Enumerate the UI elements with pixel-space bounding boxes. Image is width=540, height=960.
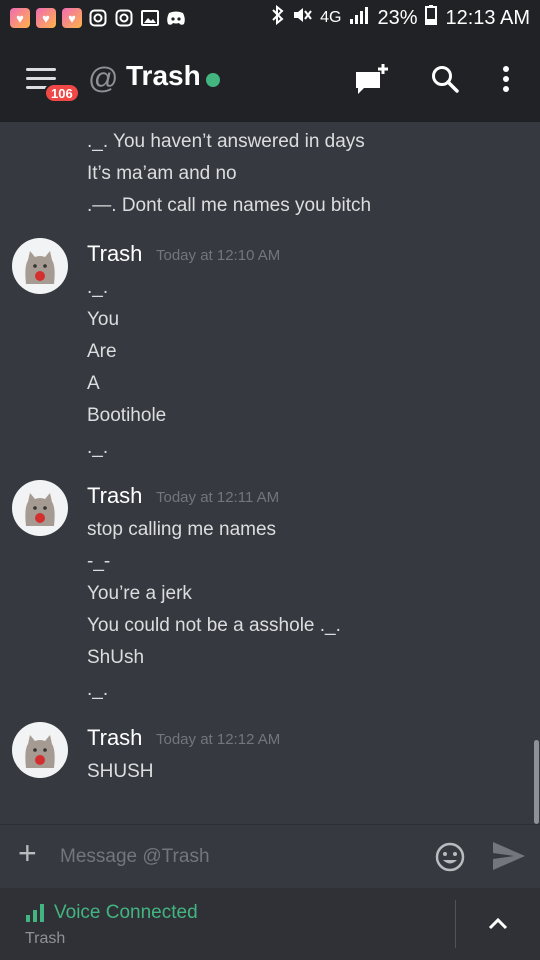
unread-badge: 106 <box>44 83 80 103</box>
mute-icon <box>292 5 312 31</box>
avatar[interactable] <box>12 480 68 536</box>
heart-app-icon: ♥ <box>62 8 82 28</box>
online-status-indicator <box>206 73 220 87</box>
message-line: ._. <box>87 437 109 458</box>
overflow-menu-icon <box>503 66 509 92</box>
search-button[interactable] <box>430 64 462 96</box>
clock: 12:13 AM <box>445 6 530 29</box>
message-line: ._. <box>87 679 109 700</box>
message-timestamp: Today at 12:12 AM <box>156 731 281 748</box>
send-icon[interactable] <box>492 841 526 871</box>
message-line: stop calling me names <box>87 519 277 540</box>
avatar[interactable] <box>12 722 68 778</box>
message-author[interactable]: Trash <box>87 483 142 509</box>
avatar[interactable] <box>12 238 68 294</box>
message-timestamp: Today at 12:11 AM <box>156 489 280 506</box>
message-line: SHUSH <box>87 761 154 782</box>
message-author[interactable]: Trash <box>87 725 142 751</box>
message-composer: + <box>0 824 540 888</box>
message-list[interactable]: ._. You haven’t answered in days It’s ma… <box>0 122 540 824</box>
voice-status-label: Voice Connected <box>54 902 198 923</box>
message-line: Bootihole <box>87 405 167 426</box>
message-line: A <box>87 373 100 394</box>
dm-at-icon: @ <box>88 62 119 95</box>
status-bar: ♥ ♥ ♥ 4G 23% 12:13 AM <box>0 0 540 36</box>
message-line: ShUsh <box>87 647 145 668</box>
instagram-icon <box>114 8 134 28</box>
message-line: -_- <box>87 551 111 572</box>
new-dm-button[interactable] <box>354 64 388 96</box>
channel-title: Trash <box>126 60 201 91</box>
message-author[interactable]: Trash <box>87 241 142 267</box>
message-line: .—. Dont call me names you bitch <box>87 195 372 216</box>
scrollbar[interactable] <box>534 740 539 824</box>
search-icon <box>432 66 459 93</box>
message-line: It’s ma’am and no <box>87 163 237 184</box>
chevron-up-icon[interactable] <box>484 910 512 938</box>
battery-percent: 23% <box>377 6 418 29</box>
discord-icon <box>166 8 186 28</box>
message-line: ._. You haven’t answered in days <box>87 131 365 152</box>
heart-app-icon: ♥ <box>36 8 56 28</box>
bluetooth-icon <box>272 4 284 31</box>
network-type: 4G <box>320 9 342 26</box>
signal-icon <box>349 6 369 30</box>
message-line: You could not be a asshole ._. <box>87 615 341 636</box>
emoji-icon[interactable] <box>434 841 466 873</box>
message-line: Are <box>87 341 117 362</box>
divider <box>455 900 456 948</box>
instagram-icon <box>88 8 108 28</box>
message-line: You’re a jerk <box>87 583 192 604</box>
overflow-menu-button[interactable] <box>496 64 516 96</box>
voice-signal-icon <box>26 904 44 922</box>
message-line: ._. <box>87 277 109 298</box>
battery-icon <box>425 5 438 31</box>
new-dm-icon <box>356 64 388 94</box>
menu-button[interactable]: 106 <box>26 64 80 104</box>
add-attachment-icon[interactable]: + <box>18 837 37 869</box>
message-line: You <box>87 309 120 330</box>
voice-channel-name: Trash <box>25 930 66 947</box>
message-input[interactable] <box>58 839 422 875</box>
message-timestamp: Today at 12:10 AM <box>156 247 281 264</box>
channel-header: 106 @ Trash <box>0 36 540 122</box>
gallery-icon <box>140 8 160 28</box>
voice-connected-bar[interactable]: Voice Connected Trash <box>0 888 540 960</box>
heart-app-icon: ♥ <box>10 8 30 28</box>
